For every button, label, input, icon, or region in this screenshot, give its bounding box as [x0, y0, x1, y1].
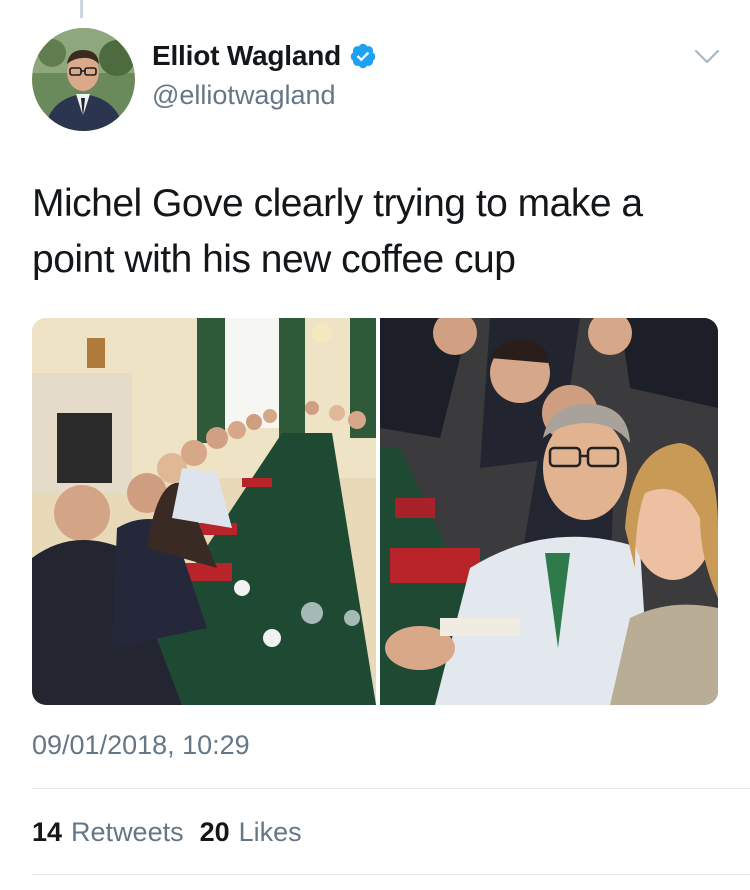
author-handle[interactable]: @elliotwagland [152, 80, 336, 111]
tweet-text: Michel Gove clearly trying to make a poi… [32, 182, 643, 281]
thread-connector-line [80, 0, 83, 18]
cabinet-meeting-wide-icon [32, 318, 376, 705]
retweets-label[interactable]: Retweets [71, 817, 184, 848]
likes-label[interactable]: Likes [239, 817, 302, 848]
verified-badge-icon [350, 43, 376, 69]
chevron-down-icon[interactable] [693, 47, 721, 67]
cabinet-meeting-closeup-icon [380, 318, 718, 705]
tweet-timestamp[interactable]: 09/01/2018, 10:29 [32, 730, 250, 761]
stats-divider-top [32, 788, 750, 789]
author-avatar[interactable] [32, 28, 135, 131]
media-photo-closeup[interactable] [380, 318, 718, 705]
likes-count[interactable]: 20 [200, 817, 230, 848]
tweet-stats: 14 Retweets 20 Likes [32, 817, 302, 848]
author-display-name[interactable]: Elliot Wagland [152, 40, 341, 72]
tweet-media-grid [32, 318, 718, 705]
media-photo-wide-shot[interactable] [32, 318, 376, 705]
author-name-row[interactable]: Elliot Wagland [152, 40, 377, 72]
retweets-count[interactable]: 14 [32, 817, 62, 848]
stats-divider-bottom [32, 874, 750, 875]
avatar-photo-icon [32, 28, 135, 131]
